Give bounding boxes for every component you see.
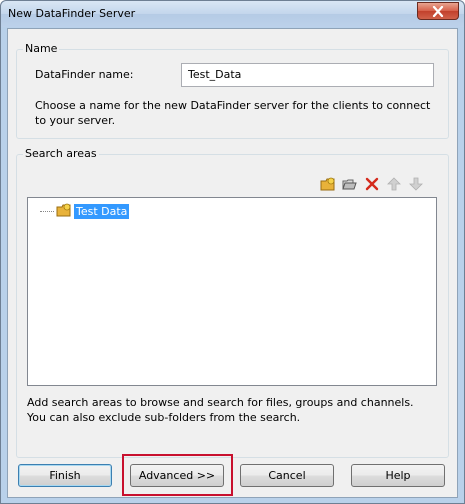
search-areas-toolbar [319,175,425,193]
close-icon [432,5,444,17]
advanced-button[interactable]: Advanced >> [130,464,224,487]
dialog-window: New DataFinder Server Name DataFinder na… [0,0,465,504]
delete-icon[interactable] [363,175,381,193]
search-areas-tree[interactable]: Test Data [27,197,437,386]
close-button[interactable] [417,2,459,20]
title-bar[interactable]: New DataFinder Server [1,1,464,27]
help-button[interactable]: Help [351,464,445,487]
tree-item-test-data[interactable]: Test Data [40,202,130,221]
name-group-label: Name [23,42,60,55]
name-group: Name DataFinder name: Test_Data Choose a… [16,42,449,139]
datafinder-name-input[interactable]: Test_Data [181,63,434,87]
add-folder-icon[interactable] [341,175,359,193]
window-title: New DataFinder Server [8,7,136,20]
tree-item-label: Test Data [74,204,130,219]
add-area-icon[interactable] [319,175,337,193]
search-areas-description: Add search areas to browse and search fo… [27,396,414,424]
search-areas-label: Search areas [23,147,99,160]
datafinder-name-label: DataFinder name: [35,68,134,81]
tree-connector [40,211,54,212]
move-up-icon[interactable] [385,175,403,193]
search-areas-group: Search areas Test Data Add search areas … [16,147,449,458]
search-area-icon [56,202,72,221]
dialog-client-area: Name DataFinder name: Test_Data Choose a… [7,28,458,498]
move-down-icon[interactable] [407,175,425,193]
cancel-button[interactable]: Cancel [240,464,334,487]
finish-button[interactable]: Finish [18,464,112,487]
name-description: Choose a name for the new DataFinder ser… [35,99,431,127]
